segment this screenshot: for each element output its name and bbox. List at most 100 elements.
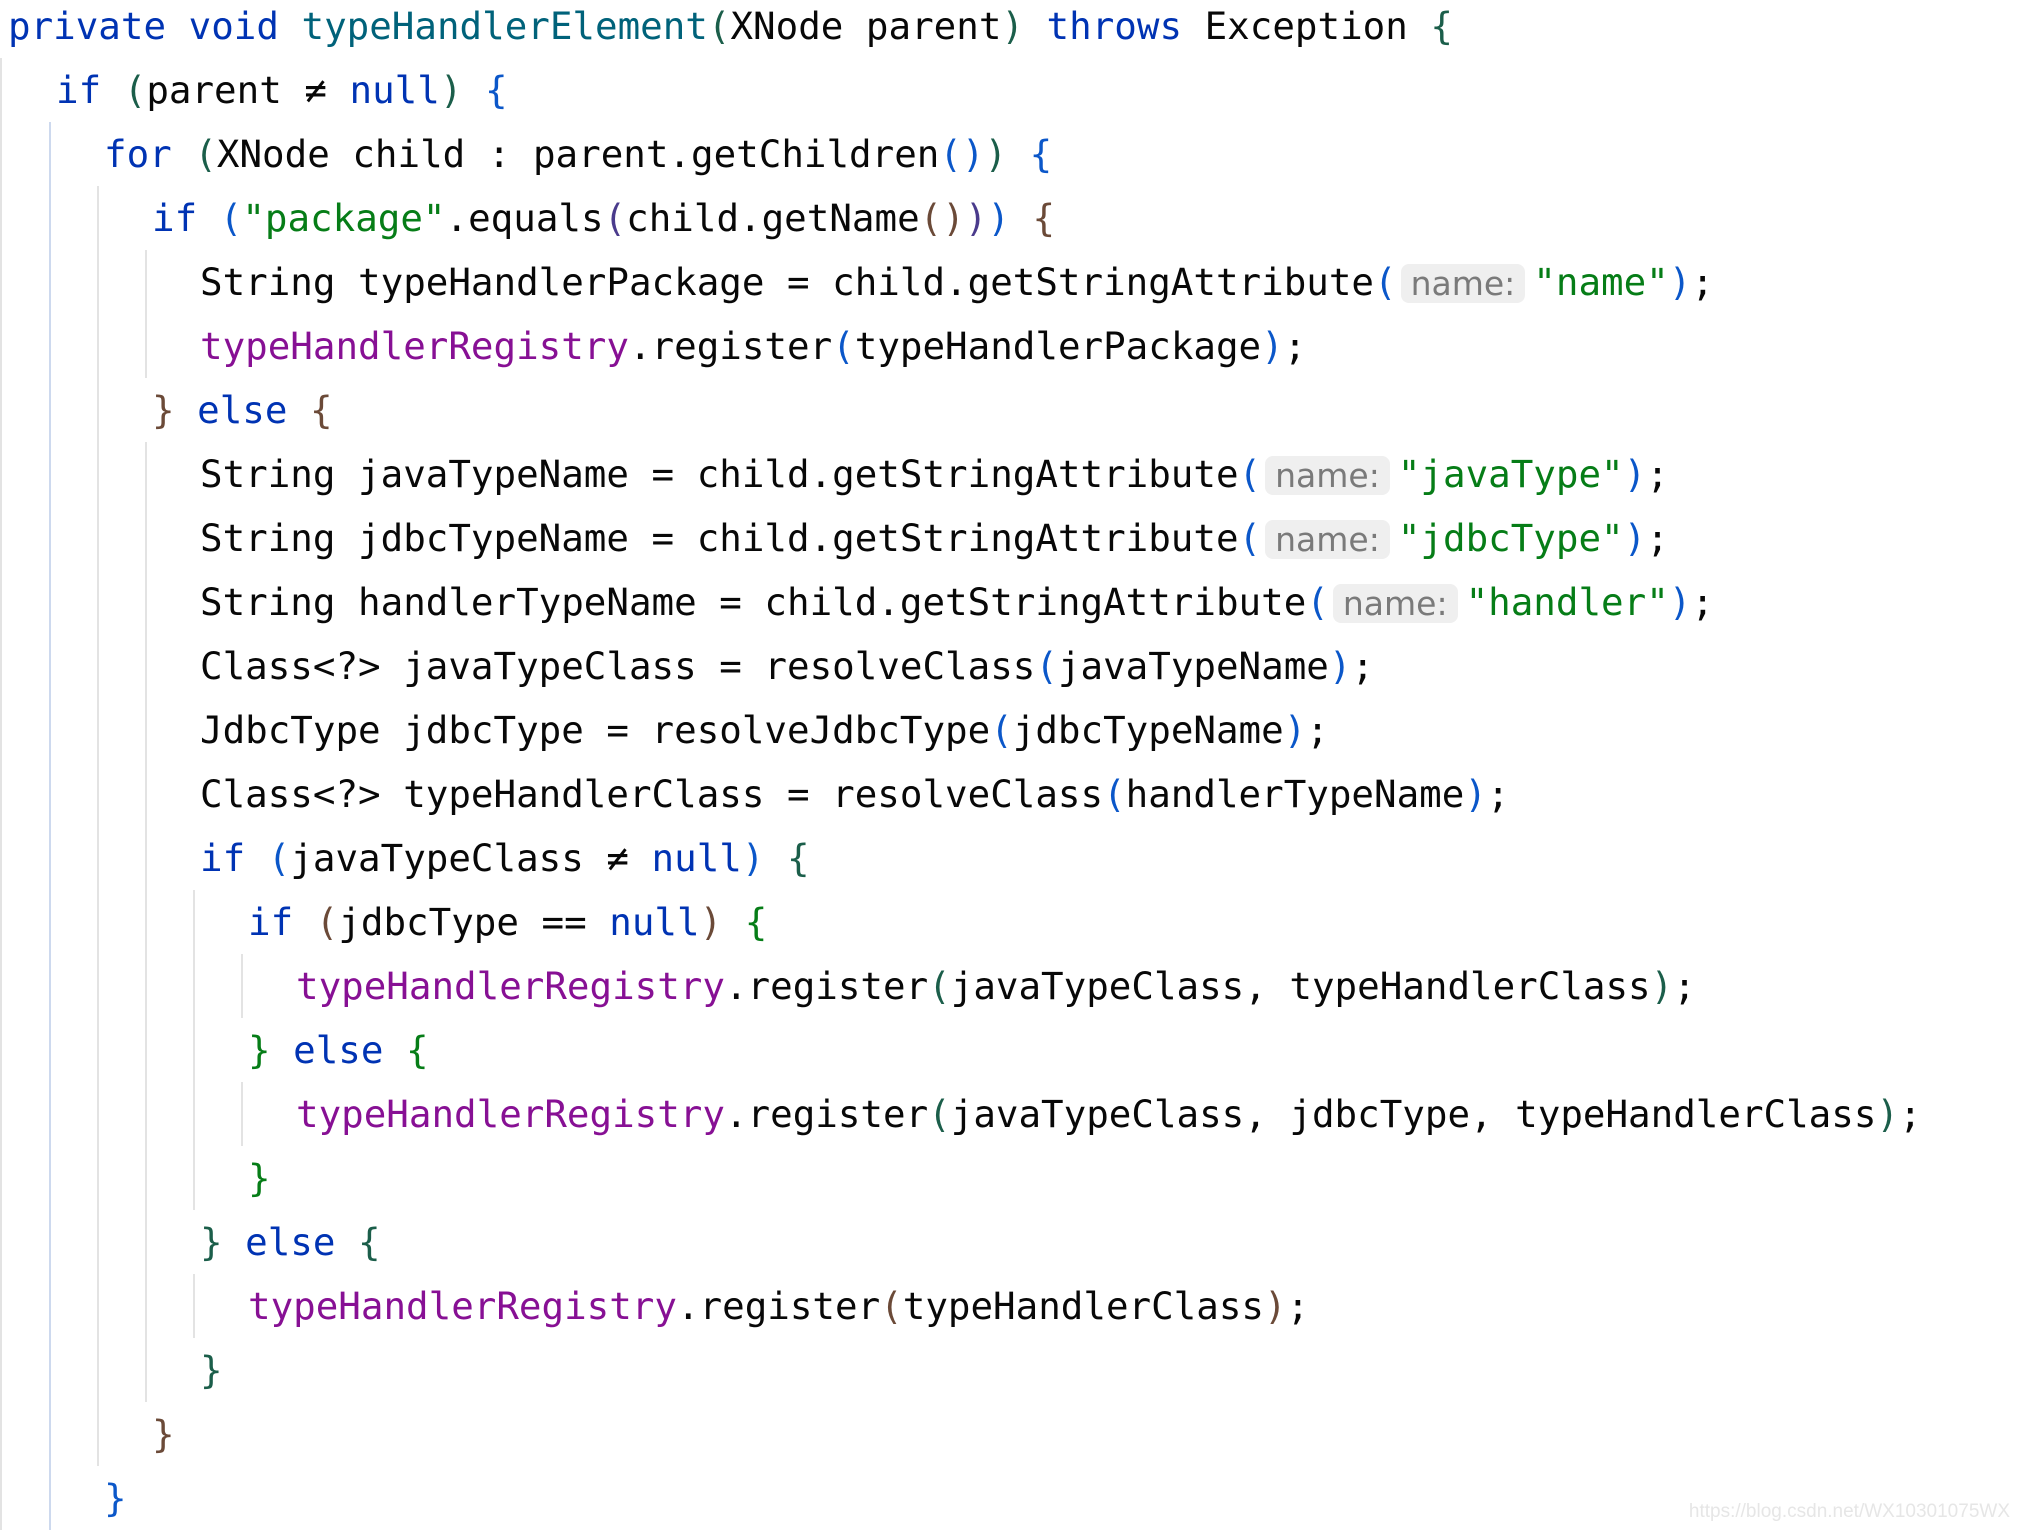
indent-guide bbox=[97, 1338, 99, 1402]
indent-guide bbox=[49, 570, 51, 634]
indent-guide bbox=[97, 1402, 99, 1466]
parameter-hint: name: bbox=[1332, 584, 1458, 623]
code-token: ( bbox=[880, 1284, 903, 1328]
indent-guide bbox=[97, 506, 99, 570]
indent-guide bbox=[145, 570, 147, 634]
code-token: XNode child : parent.getChildren bbox=[216, 132, 940, 176]
indent-guide bbox=[0, 570, 2, 634]
code-line[interactable]: typeHandlerRegistry.register(javaTypeCla… bbox=[0, 1082, 2018, 1146]
code-line[interactable]: String typeHandlerPackage = child.getStr… bbox=[0, 250, 2018, 314]
indent-guide bbox=[97, 1018, 99, 1082]
code-token: { bbox=[310, 388, 333, 432]
code-line[interactable]: } else { bbox=[0, 378, 2018, 442]
code-token: ( bbox=[123, 68, 147, 112]
code-line[interactable]: String jdbcTypeName = child.getStringAtt… bbox=[0, 506, 2018, 570]
code-token: ) bbox=[964, 196, 988, 240]
code-token: ) bbox=[1650, 964, 1674, 1008]
indent-guide bbox=[145, 314, 147, 378]
code-editor[interactable]: private void typeHandlerElement(XNode pa… bbox=[0, 0, 2018, 1530]
indent-guide bbox=[145, 1210, 147, 1274]
code-token: typeHandlerRegistry bbox=[200, 324, 629, 368]
indent-guide bbox=[49, 698, 51, 762]
code-line[interactable]: Class<?> javaTypeClass = resolveClass(ja… bbox=[0, 634, 2018, 698]
code-token: ( bbox=[1238, 516, 1262, 560]
code-text: } else { bbox=[248, 1018, 429, 1082]
indent-guide bbox=[49, 1082, 51, 1146]
indent-guide bbox=[49, 1210, 51, 1274]
code-token: .register bbox=[628, 324, 833, 368]
code-token: typeHandlerRegistry bbox=[248, 1284, 677, 1328]
code-token: if bbox=[200, 836, 268, 880]
indent-guide bbox=[0, 1210, 2, 1274]
code-line[interactable]: typeHandlerRegistry.register(javaTypeCla… bbox=[0, 954, 2018, 1018]
indent-guide bbox=[49, 1018, 51, 1082]
code-text: String javaTypeName = child.getStringAtt… bbox=[200, 442, 1669, 508]
code-token: ) bbox=[1623, 516, 1647, 560]
code-token: ) bbox=[1464, 772, 1487, 816]
code-line[interactable]: if (jdbcType == null) { bbox=[0, 890, 2018, 954]
code-line[interactable]: typeHandlerRegistry.register(typeHandler… bbox=[0, 314, 2018, 378]
code-text: Class<?> typeHandlerClass = resolveClass… bbox=[200, 762, 1509, 826]
code-line[interactable]: if (javaTypeClass ≠ null) { bbox=[0, 826, 2018, 890]
code-token: { bbox=[358, 1220, 381, 1264]
code-token: null bbox=[349, 68, 440, 112]
parameter-hint: name: bbox=[1265, 456, 1390, 495]
code-token: ( bbox=[1035, 644, 1058, 688]
code-text: } else { bbox=[152, 378, 333, 442]
code-text: } bbox=[248, 1146, 271, 1210]
indent-guide bbox=[97, 1274, 99, 1338]
indent-guide bbox=[49, 762, 51, 826]
code-token: ) bbox=[1283, 708, 1307, 752]
code-line[interactable]: Class<?> typeHandlerClass = resolveClass… bbox=[0, 762, 2018, 826]
indent-guide bbox=[0, 1146, 2, 1210]
watermark: https://blog.csdn.net/WX10301075WX bbox=[1688, 1501, 2010, 1522]
code-token: typeHandlerPackage bbox=[854, 324, 1262, 368]
code-line[interactable]: } bbox=[0, 1402, 2018, 1466]
code-text: if (jdbcType == null) { bbox=[248, 890, 767, 954]
indent-guide bbox=[0, 1082, 2, 1146]
code-line[interactable]: JdbcType jdbcType = resolveJdbcType(jdbc… bbox=[0, 698, 2018, 762]
indent-guide bbox=[193, 1018, 195, 1082]
code-token: ( bbox=[928, 964, 951, 1008]
indent-guide bbox=[193, 1082, 195, 1146]
indent-guide bbox=[145, 634, 147, 698]
code-line[interactable]: } bbox=[0, 1338, 2018, 1402]
indent-guide bbox=[0, 634, 2, 698]
code-token: ( bbox=[1374, 260, 1397, 304]
indent-guide bbox=[145, 954, 147, 1018]
indent-guide bbox=[0, 954, 2, 1018]
indent-guide bbox=[97, 634, 99, 698]
code-line[interactable]: } else { bbox=[0, 1210, 2018, 1274]
code-token: XNode parent bbox=[730, 4, 1002, 48]
indent-guide bbox=[0, 442, 2, 506]
code-line[interactable]: } else { bbox=[0, 1018, 2018, 1082]
code-line[interactable]: } bbox=[0, 1146, 2018, 1210]
code-token: ) bbox=[741, 836, 765, 880]
code-token: ) bbox=[1261, 324, 1284, 368]
code-text: } bbox=[104, 1466, 127, 1530]
code-line[interactable]: String handlerTypeName = child.getString… bbox=[0, 570, 2018, 634]
code-line[interactable]: typeHandlerRegistry.register(typeHandler… bbox=[0, 1274, 2018, 1338]
indent-guide bbox=[0, 698, 2, 762]
indent-guide bbox=[49, 890, 51, 954]
code-token: ) bbox=[439, 68, 463, 112]
indent-guide bbox=[49, 186, 51, 250]
code-line[interactable]: private void typeHandlerElement(XNode pa… bbox=[0, 0, 2018, 58]
code-token: else bbox=[174, 388, 311, 432]
code-line[interactable]: if ("package".equals(child.getName())) { bbox=[0, 186, 2018, 250]
code-text: String jdbcTypeName = child.getStringAtt… bbox=[200, 506, 1669, 572]
code-token: private void bbox=[8, 4, 302, 48]
indent-guide bbox=[97, 698, 99, 762]
code-line[interactable]: String javaTypeName = child.getStringAtt… bbox=[0, 442, 2018, 506]
code-text: private void typeHandlerElement(XNode pa… bbox=[8, 0, 1453, 58]
code-line[interactable]: if (parent ≠ null) { bbox=[0, 58, 2018, 122]
code-token: "handler" bbox=[1465, 580, 1669, 624]
code-token: null bbox=[609, 900, 700, 944]
indent-guide bbox=[97, 826, 99, 890]
code-token: ; bbox=[1673, 964, 1696, 1008]
code-line[interactable]: for (XNode child : parent.getChildren())… bbox=[0, 122, 2018, 186]
code-token: } bbox=[152, 388, 175, 432]
indent-guide bbox=[49, 378, 51, 442]
indent-guide bbox=[49, 1402, 51, 1466]
indent-guide bbox=[97, 314, 99, 378]
